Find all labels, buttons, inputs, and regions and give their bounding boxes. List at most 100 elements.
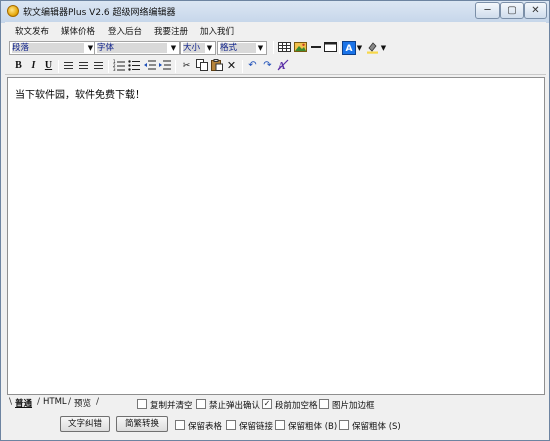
insert-frame-button[interactable] (323, 41, 338, 55)
chevron-down-icon[interactable]: ▼ (355, 41, 364, 55)
menu-item-login-admin[interactable]: 登入后台 (108, 25, 142, 37)
keep-links-checkbox[interactable] (226, 420, 236, 430)
indent-icon (158, 60, 171, 70)
convert-button[interactable]: 简繁转换 (116, 416, 168, 432)
menu-bar: 软文发布 媒体价格 登入后台 我要注册 加入我们 (5, 22, 546, 38)
disable-confirm-checkbox[interactable] (196, 399, 206, 409)
image-border-checkbox[interactable] (319, 399, 329, 409)
undo-icon: ↶ (248, 60, 257, 71)
size-select[interactable]: 大小 ▼ (180, 41, 216, 55)
table-icon (278, 42, 291, 52)
font-color-icon: A (345, 44, 353, 54)
keep-links-label: 保留链接 (239, 422, 274, 432)
toolbar-divider (339, 41, 340, 54)
toolbar-divider (273, 41, 274, 54)
insert-image-button[interactable] (293, 41, 308, 55)
editor-area[interactable]: 当下软件园，软件免费下载！ (7, 77, 545, 395)
italic-button[interactable]: I (26, 59, 41, 73)
tab-divider: / (68, 397, 72, 407)
redo-icon: ↷ (263, 60, 272, 71)
svg-text:3: 3 (113, 67, 116, 71)
keep-table-label: 保留表格 (188, 422, 223, 432)
tab-normal[interactable]: 普通 (15, 397, 32, 409)
title-bar: 软文编辑器Plus V2.6 超级网络编辑器 ─ ▢ ✕ (1, 1, 549, 21)
outdent-button[interactable] (142, 59, 157, 73)
clear-format-icon: A (277, 59, 288, 72)
paragraph-select[interactable]: 段落 ▼ (9, 41, 97, 55)
insert-table-button[interactable] (277, 41, 292, 55)
unordered-list-button[interactable] (126, 59, 141, 73)
font-select[interactable]: 字体 ▼ (94, 41, 180, 55)
keep-bold-b-checkbox[interactable] (275, 420, 285, 430)
frame-icon (324, 42, 337, 52)
menu-item-media-price[interactable]: 媒体价格 (61, 25, 95, 37)
align-left-icon (64, 62, 73, 70)
keep-table-checkbox[interactable] (175, 420, 185, 430)
ordered-list-button[interactable]: 1 2 3 (111, 59, 126, 73)
ordered-list-icon: 1 2 3 (113, 59, 125, 72)
underline-button[interactable]: U (41, 59, 56, 73)
window-title: 软文编辑器Plus V2.6 超级网络编辑器 (23, 8, 176, 18)
redo-button[interactable]: ↷ (260, 59, 275, 73)
paragraph-space-checkbox[interactable]: ✓ (262, 399, 272, 409)
size-select-value: 大小 (183, 43, 205, 53)
highlight-color-icon (367, 42, 378, 54)
keep-bold-s-checkbox[interactable] (339, 420, 349, 430)
align-right-button[interactable] (91, 59, 106, 73)
cut-button[interactable]: ✂ (179, 59, 194, 73)
keep-bold-s-label: 保留粗体 (S) (352, 422, 401, 432)
align-right-icon (94, 62, 103, 70)
maximize-button[interactable]: ▢ (500, 2, 524, 19)
toolbar-divider (108, 60, 109, 73)
highlight-color-button[interactable] (365, 41, 380, 55)
insert-image-icon (294, 42, 307, 52)
tab-preview[interactable]: 预览 (74, 397, 91, 409)
align-left-button[interactable] (61, 59, 76, 73)
image-border-label: 图片加边框 (332, 401, 375, 411)
format-select-value: 格式 (220, 43, 256, 53)
clear-format-button[interactable]: A (275, 59, 290, 73)
format-select[interactable]: 格式 ▼ (217, 41, 267, 55)
horizontal-rule-button[interactable] (308, 41, 323, 55)
chevron-down-icon: ▼ (170, 44, 177, 52)
outdent-icon (143, 60, 156, 70)
cut-icon: ✂ (182, 61, 191, 71)
unordered-list-icon (127, 60, 140, 71)
delete-icon: ✕ (226, 59, 237, 72)
format-toolbar: 段落 ▼ 字体 ▼ 大小 ▼ 格式 ▼ A ▼ ▼ (5, 38, 546, 57)
editor-content[interactable]: 当下软件园，软件免费下载！ (15, 86, 145, 101)
menu-item-publish[interactable]: 软文发布 (15, 25, 49, 37)
proofread-button[interactable]: 文字纠错 (60, 416, 110, 432)
copy-button[interactable] (194, 59, 209, 73)
tab-divider: \ (9, 397, 13, 407)
close-button[interactable]: ✕ (524, 2, 547, 19)
font-color-button[interactable]: A (342, 41, 356, 55)
paragraph-select-value: 段落 (12, 43, 84, 53)
indent-button[interactable] (157, 59, 172, 73)
app-logo-icon (7, 5, 19, 17)
bold-button[interactable]: B (11, 59, 26, 73)
horizontal-rule-icon (310, 46, 321, 48)
tab-divider: / (37, 397, 41, 407)
chevron-down-icon: ▼ (206, 44, 213, 52)
toolbar-divider (242, 60, 243, 73)
copy-icon (195, 59, 208, 71)
menu-item-join-us[interactable]: 加入我们 (200, 25, 234, 37)
paragraph-space-label: 段前加空格 (275, 401, 318, 411)
align-center-button[interactable] (76, 59, 91, 73)
copy-and-clear-checkbox[interactable] (137, 399, 147, 409)
undo-button[interactable]: ↶ (245, 59, 260, 73)
tab-divider: / (96, 397, 100, 407)
delete-button[interactable]: ✕ (224, 59, 239, 73)
keep-bold-b-label: 保留粗体 (B) (288, 422, 338, 432)
paste-button[interactable] (209, 59, 224, 73)
edit-toolbar: B I U 1 2 3 ✂ ✕ ↶ ↷ (5, 57, 546, 75)
chevron-down-icon[interactable]: ▼ (379, 41, 388, 55)
copy-and-clear-label: 复制并清空 (150, 401, 193, 411)
toolbar-divider (175, 60, 176, 73)
menu-item-register[interactable]: 我要注册 (154, 25, 188, 37)
tab-html[interactable]: HTML (43, 397, 67, 407)
font-select-value: 字体 (97, 43, 167, 53)
minimize-button[interactable]: ─ (475, 2, 500, 19)
align-center-icon (79, 62, 88, 70)
